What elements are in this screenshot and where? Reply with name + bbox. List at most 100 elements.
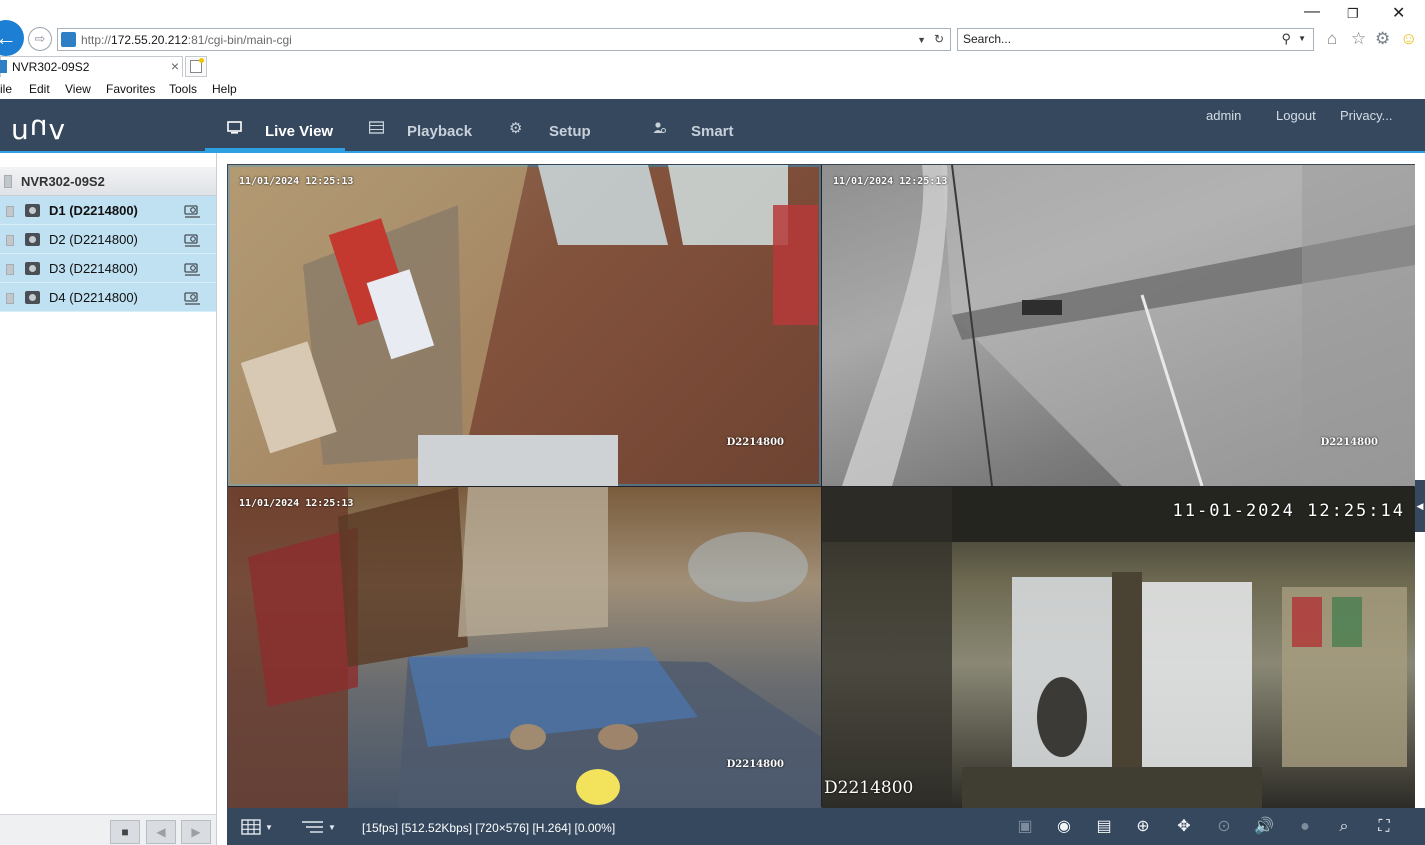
record-camera-icon[interactable] [184,290,202,305]
url-text[interactable]: http://172.55.20.212:81/cgi-bin/main-cgi [81,33,292,47]
camera-icon [25,204,40,217]
tab-label: Playback [407,123,473,140]
video-tile-d4[interactable]: 11-01-2024 12:25:14 D2214800 [822,487,1415,808]
camera-label: D2 (D2214800) [49,232,138,247]
camera-item-d2[interactable]: D2 (D2214800) [0,225,216,254]
fullscreen-icon[interactable]: ⛶ [1373,817,1395,837]
menu-favorites[interactable]: Favorites [106,82,155,96]
site-favicon-icon [61,32,76,47]
tab-favicon-icon [0,60,7,73]
favorites-star-icon[interactable]: ☆ [1351,29,1366,49]
search-dropdown-icon[interactable]: ▼ [1298,34,1306,43]
channel-status-icon [6,264,14,275]
3d-zoom-icon[interactable]: ⌕ [1333,817,1355,837]
camera-label: D3 (D2214800) [49,261,138,276]
tab-label: Smart [691,123,734,140]
url-prefix: http:// [81,33,112,47]
previous-page-button[interactable]: ◀ [146,820,176,844]
stop-all-button[interactable]: ■ [110,820,140,844]
panel-footer: ■ ◀ ▶ [0,814,216,845]
osd-timestamp: 11-01-2024 12:25:14 [1172,501,1405,521]
tab-close-button[interactable]: × [171,58,179,74]
video-tile-d3[interactable]: 11/01/2024 12:25:13 D2214800 [228,487,821,808]
osd-timestamp: 11/01/2024 12:25:13 [239,176,354,187]
tab-title: NVR302-09S2 [12,60,90,74]
3d-position-icon[interactable]: ⊙ [1213,817,1235,837]
record-clip-icon[interactable]: ▤ [1093,817,1115,837]
restore-button[interactable]: ❐ [1347,6,1359,22]
video-tile-d2[interactable]: 11/01/2024 12:25:13 D2214800 [822,165,1415,486]
grid-icon [241,819,261,835]
minimize-button[interactable]: — [1304,3,1320,21]
address-bar[interactable]: http://172.55.20.212:81/cgi-bin/main-cgi… [57,28,951,51]
camera-feed-d4 [822,487,1415,808]
url-host: 172.55.20.212 [111,33,188,47]
record-camera-icon[interactable] [184,261,202,276]
search-box[interactable]: ⚲ ▼ [957,28,1314,51]
camera-icon [25,233,40,246]
smiley-feedback-icon[interactable]: ☺ [1400,29,1417,49]
camera-item-d4[interactable]: D4 (D2214800) [0,283,216,312]
camera-label: D1 (D2214800) [49,203,138,218]
tab-playback[interactable]: Playback [365,99,485,151]
tab-live-view[interactable]: Live View [205,99,345,151]
home-icon[interactable]: ⌂ [1327,29,1337,49]
menu-file[interactable]: ile [0,82,12,96]
camera-label: D4 (D2214800) [49,290,138,305]
url-path: :81/cgi-bin/main-cgi [187,33,292,47]
channel-status-icon [6,293,14,304]
osd-camera-name: D2214800 [1320,437,1378,448]
search-icon[interactable]: ⚲ [1281,31,1291,47]
aspect-ratio-icon[interactable]: ▣ [1014,817,1036,837]
osd-timestamp: 11/01/2024 12:25:13 [833,176,948,187]
browser-chrome: ← ⇨ http://172.55.20.212:81/cgi-bin/main… [0,0,1425,99]
browser-tab[interactable]: NVR302-09S2 × [0,56,183,77]
film-icon [369,121,384,134]
app-header: uuv Live View Playback ⚙ Setup Smart adm… [0,99,1425,153]
new-tab-icon [190,58,204,73]
menu-edit[interactable]: Edit [29,82,50,96]
collapse-panel-button[interactable]: ◀ [1415,480,1425,532]
menu-help[interactable]: Help [212,82,237,96]
next-page-button[interactable]: ▶ [181,820,211,844]
camera-icon [25,291,40,304]
osd-timestamp: 11/01/2024 12:25:13 [239,498,354,509]
gear-icon: ⚙ [509,120,523,137]
new-tab-button[interactable] [185,56,207,77]
settings-gear-icon[interactable]: ⚙ [1375,29,1390,49]
camera-icon [25,262,40,275]
audio-icon[interactable]: 🔊 [1253,817,1275,837]
record-camera-icon[interactable] [184,203,202,218]
tab-smart[interactable]: Smart [648,99,748,151]
search-input[interactable] [963,32,1263,46]
osd-camera-name: D2214800 [726,759,784,770]
menu-view[interactable]: View [65,82,91,96]
video-tile-d1[interactable]: 11/01/2024 12:25:13 D2214800 [228,165,821,486]
record-camera-icon[interactable] [184,232,202,247]
layout-button[interactable]: ▼ [241,818,273,836]
close-window-button[interactable]: ✕ [1392,3,1405,23]
user-name: admin [1206,108,1242,123]
tab-label: Setup [549,123,591,140]
talk-icon[interactable]: ● [1294,817,1316,837]
back-button[interactable]: ← [0,20,24,56]
stream-info: [15fps] [512.52Kbps] [720×576] [H.264] [… [362,821,616,835]
tab-setup[interactable]: ⚙ Setup [506,99,606,151]
menu-tools[interactable]: Tools [169,82,197,96]
live-toolbar: ▼ ▼ [15fps] [512.52Kbps] [720×576] [H.26… [227,808,1425,845]
logout-link[interactable]: Logout [1276,108,1316,123]
privacy-link[interactable]: Privacy... [1340,108,1393,123]
digital-zoom-icon[interactable]: ⊕ [1132,817,1154,837]
device-header[interactable]: NVR302-09S2 [0,167,216,196]
address-dropdown-icon[interactable]: ▼ [917,35,926,45]
ptz-icon[interactable]: ✥ [1173,817,1195,837]
camera-item-d3[interactable]: D3 (D2214800) [0,254,216,283]
forward-button[interactable]: ⇨ [28,27,52,51]
snapshot-icon[interactable]: ◉ [1053,817,1075,837]
device-name: NVR302-09S2 [21,174,105,189]
camera-item-d1[interactable]: D1 (D2214800) [0,196,216,225]
channel-status-icon [6,206,14,217]
refresh-icon[interactable]: ↻ [934,32,944,46]
person-scan-icon [653,122,666,133]
stream-mode-button[interactable]: ▼ [301,818,336,836]
